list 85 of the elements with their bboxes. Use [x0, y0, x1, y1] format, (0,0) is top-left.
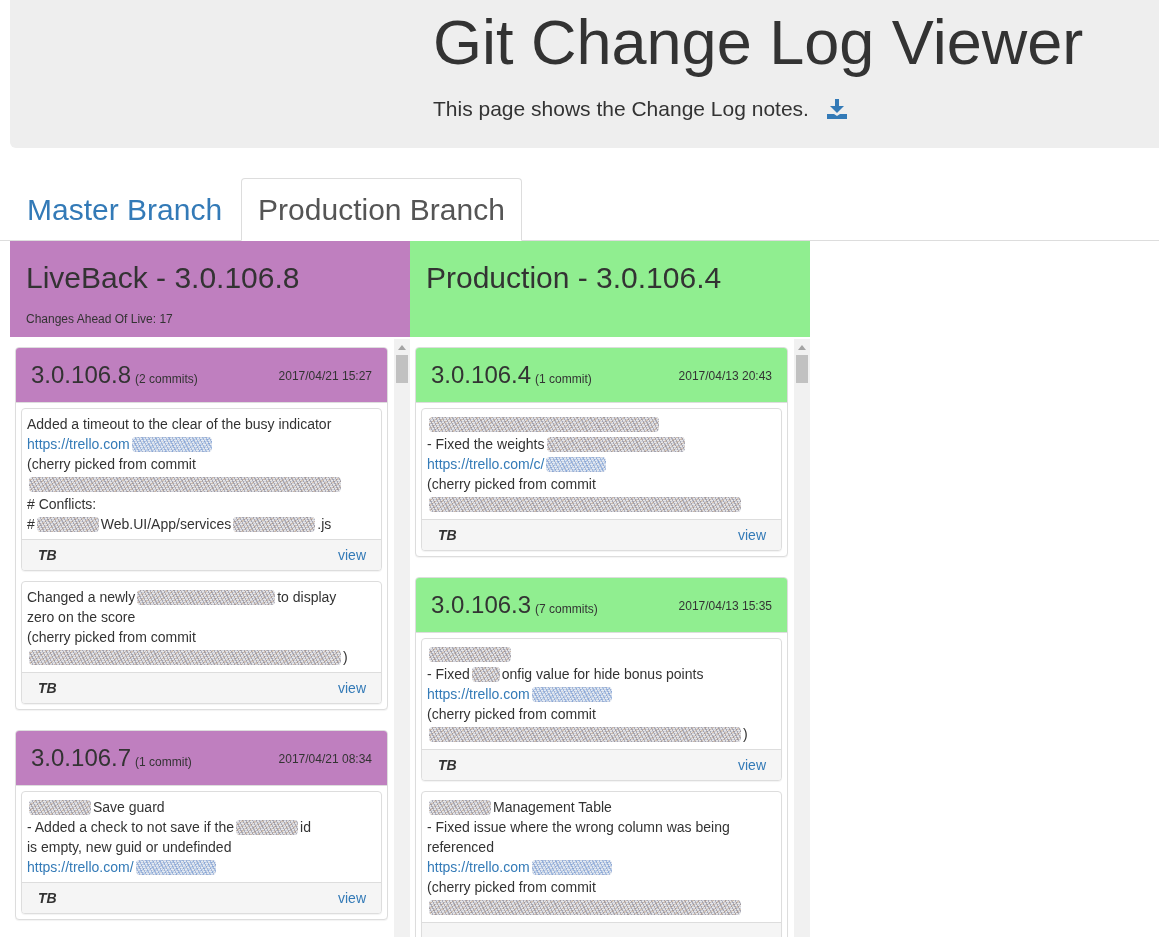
commit-message-text: Management Table [493, 799, 612, 816]
commit-message-text: - Fixed [427, 666, 470, 683]
blurred-redaction-icon [429, 647, 511, 663]
blurred-redaction-icon [29, 477, 341, 493]
commit-count: (2 commits) [135, 371, 198, 389]
blurred-redaction-icon [36, 517, 99, 533]
scrollbar-thumb[interactable] [796, 355, 808, 384]
blurred-redaction-icon [471, 667, 500, 683]
view-link[interactable]: view [338, 678, 366, 699]
scrollbar-track[interactable] [794, 339, 810, 937]
blurred-redaction-icon [531, 687, 612, 703]
version-number: 3.0.106.7 [31, 745, 132, 772]
blurred-redaction-icon [236, 820, 299, 836]
blurred-redaction-icon [429, 900, 741, 916]
download-icon[interactable] [826, 98, 847, 119]
commit-message-text: # Conflicts: [27, 496, 97, 513]
author-initials: TB [37, 679, 57, 699]
blurred-redaction-icon [429, 497, 741, 513]
commit-message-text: ) [343, 649, 348, 666]
commit-message-text: Changed a newly [27, 589, 136, 606]
commit-message-text: ) [743, 726, 748, 743]
author-initials: TB [437, 526, 457, 546]
commit-message-text: # [27, 516, 35, 533]
scroll-up-arrow-icon[interactable] [398, 344, 406, 350]
view-link[interactable]: view [738, 755, 766, 776]
blurred-redaction-icon [29, 650, 341, 666]
commit-message-text: to display [277, 589, 337, 606]
version-number: 3.0.106.4 [431, 362, 532, 389]
author-initials: TB [437, 756, 457, 776]
commit-message-text: (cherry picked from commit [427, 706, 596, 723]
page-subtitle: This page shows the Change Log notes. [433, 96, 809, 123]
scrollbar-track[interactable] [394, 339, 410, 937]
changes-ahead-note: Changes Ahead Of Live: 17 [26, 311, 174, 329]
blurred-redaction-icon [546, 437, 685, 453]
blurred-redaction-icon [546, 457, 607, 473]
blurred-redaction-icon [137, 590, 276, 606]
commit-message-text: (cherry picked from commit [427, 476, 596, 493]
branch-tab[interactable]: Master Branch [10, 178, 240, 242]
url-link[interactable]: https://trello.com [427, 686, 530, 703]
page-title: Git Change Log Viewer [433, 8, 1085, 78]
commit-count: (1 commit) [535, 371, 592, 389]
commit-message-text: is empty, new guid or undefinded [27, 839, 232, 856]
scrollbar-thumb[interactable] [396, 355, 408, 384]
blurred-redaction-icon [429, 727, 741, 743]
commit-count: (7 commits) [535, 601, 598, 619]
url-link[interactable]: https://trello.com [27, 436, 130, 453]
release-date: 2017/04/13 20:43 [678, 367, 772, 385]
blurred-redaction-icon [531, 860, 612, 876]
commit-message-text: (cherry picked from commit [27, 456, 196, 473]
commit-message-text: Added a timeout to the clear of the busy indicator [27, 416, 332, 433]
commit-message-text: (cherry picked from commit [27, 629, 196, 646]
release-date: 2017/04/21 08:34 [278, 750, 372, 768]
blurred-redaction-icon [135, 860, 216, 876]
url-link[interactable]: https://trello.com/c/ [427, 456, 545, 473]
url-link[interactable]: https://trello.com [427, 859, 530, 876]
commit-message-text: onfig value for hide bonus points [501, 666, 704, 683]
branch-title: LiveBack - 3.0.106.8 [26, 261, 301, 295]
commit-message-text: zero on the score [27, 609, 136, 626]
author-initials: TB [37, 546, 57, 566]
commit-message-text: - Fixed issue where the wrong column was being referenced [427, 819, 730, 856]
view-link[interactable]: view [738, 525, 766, 546]
view-link[interactable]: view [338, 888, 366, 909]
blurred-redaction-icon [429, 417, 659, 433]
commit-count: (1 commit) [135, 754, 192, 772]
commit-message-text: - Fixed the weights [427, 436, 545, 453]
commit-message-text: Save guard [93, 799, 165, 816]
scroll-up-arrow-icon[interactable] [798, 344, 806, 350]
commit-message-text: .js [317, 516, 332, 533]
blurred-redaction-icon [131, 437, 212, 453]
commit-message-text: id [300, 819, 311, 836]
release-date: 2017/04/13 15:35 [678, 597, 772, 615]
blurred-redaction-icon [429, 800, 491, 816]
branch-title: Production - 3.0.106.4 [426, 261, 723, 295]
commit-message-text: Web.UI/App/services [100, 516, 232, 533]
blurred-redaction-icon [233, 517, 316, 533]
release-date: 2017/04/21 15:27 [278, 367, 372, 385]
version-number: 3.0.106.8 [31, 362, 132, 389]
version-number: 3.0.106.3 [431, 592, 532, 619]
commit-message-text: (cherry picked from commit [427, 879, 596, 896]
branch-tab[interactable]: Production Branch [241, 178, 522, 242]
blurred-redaction-icon [29, 800, 91, 816]
author-initials: TB [37, 889, 57, 909]
url-link[interactable]: https://trello.com/ [27, 859, 134, 876]
view-link[interactable]: view [338, 545, 366, 566]
commit-message-text: - Added a check to not save if the [27, 819, 235, 836]
